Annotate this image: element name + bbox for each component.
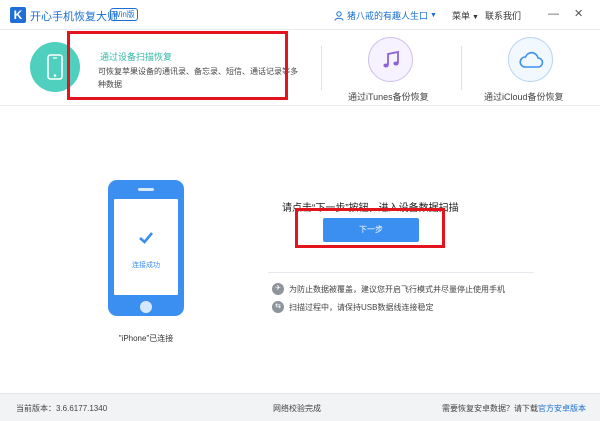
cloud-icon (518, 51, 543, 68)
version-text: 当前版本：3.6.6177.1340 (16, 404, 108, 413)
phone-home-button (140, 301, 152, 313)
chevron-down-icon: ▼ (472, 14, 479, 21)
android-download-link[interactable]: 官方安卓版本 (538, 404, 586, 413)
connection-status: 连接成功 (132, 262, 160, 269)
phone-screen: 连接成功 (114, 199, 178, 295)
music-note-icon (382, 50, 399, 67)
tips-divider (268, 272, 534, 273)
usb-icon: ⇆ (272, 301, 284, 313)
chevron-down-icon: ▼ (430, 12, 437, 19)
close-button[interactable]: ✕ (574, 7, 583, 21)
app-title: 开心手机恢复大师 (30, 11, 118, 23)
app-window: K 开心手机恢复大师 Win版 猪八戒的有趣人生口 ▼ 菜单 ▼ 联系我们 — ✕… (0, 0, 600, 421)
app-logo-icon: K (10, 7, 26, 23)
mode-divider (321, 46, 322, 90)
minimize-button[interactable]: — (548, 7, 559, 21)
user-name: 猪八戒的有趣人生口 (347, 11, 429, 21)
icloud-mode-button[interactable] (508, 37, 553, 82)
icloud-mode-label[interactable]: 通过iCloud备份恢复 (484, 90, 564, 103)
tip-text: 扫描过程中，请保持USB数据线连接稳定 (289, 302, 434, 312)
edition-badge: Win版 (110, 8, 138, 21)
menu-label: 菜单 (452, 11, 471, 21)
itunes-mode-label[interactable]: 通过iTunes备份恢复 (348, 90, 429, 103)
annotation-box-device-scan (67, 31, 288, 100)
title-bar: K 开心手机恢复大师 Win版 猪八戒的有趣人生口 ▼ 菜单 ▼ 联系我们 — ✕ (0, 0, 600, 30)
itunes-mode-button[interactable] (368, 37, 413, 82)
status-bar: 当前版本：3.6.6177.1340 网络校验完成 需要恢复安卓数据？请下载官方… (0, 393, 600, 421)
contact-us-link[interactable]: 联系我们 (485, 9, 521, 22)
phone-illustration: 连接成功 (108, 180, 184, 316)
device-connected-label: "iPhone"已连接 (118, 334, 174, 343)
tip-text: 为防止数据被覆盖，建议您开启飞行模式并尽量停止使用手机 (289, 284, 505, 294)
phone-icon (47, 54, 63, 80)
network-status: 网络校验完成 (273, 404, 321, 413)
user-icon (334, 10, 344, 21)
menu-button[interactable]: 菜单 ▼ (452, 9, 479, 22)
android-download-prompt: 需要恢复安卓数据？请下载官方安卓版本 (442, 403, 586, 414)
mode-divider (461, 46, 462, 90)
phone-speaker (138, 188, 154, 191)
annotation-box-next-button (295, 208, 445, 248)
checkmark-icon (139, 232, 153, 244)
user-account-menu[interactable]: 猪八戒的有趣人生口 ▼ (334, 9, 437, 22)
tip-airplane-mode: ✈ 为防止数据被覆盖，建议您开启飞行模式并尽量停止使用手机 (272, 283, 505, 295)
airplane-icon: ✈ (272, 283, 284, 295)
tip-usb-connection: ⇆ 扫描过程中，请保持USB数据线连接稳定 (272, 301, 433, 313)
android-prompt-text: 需要恢复安卓数据？请下载 (442, 404, 538, 413)
